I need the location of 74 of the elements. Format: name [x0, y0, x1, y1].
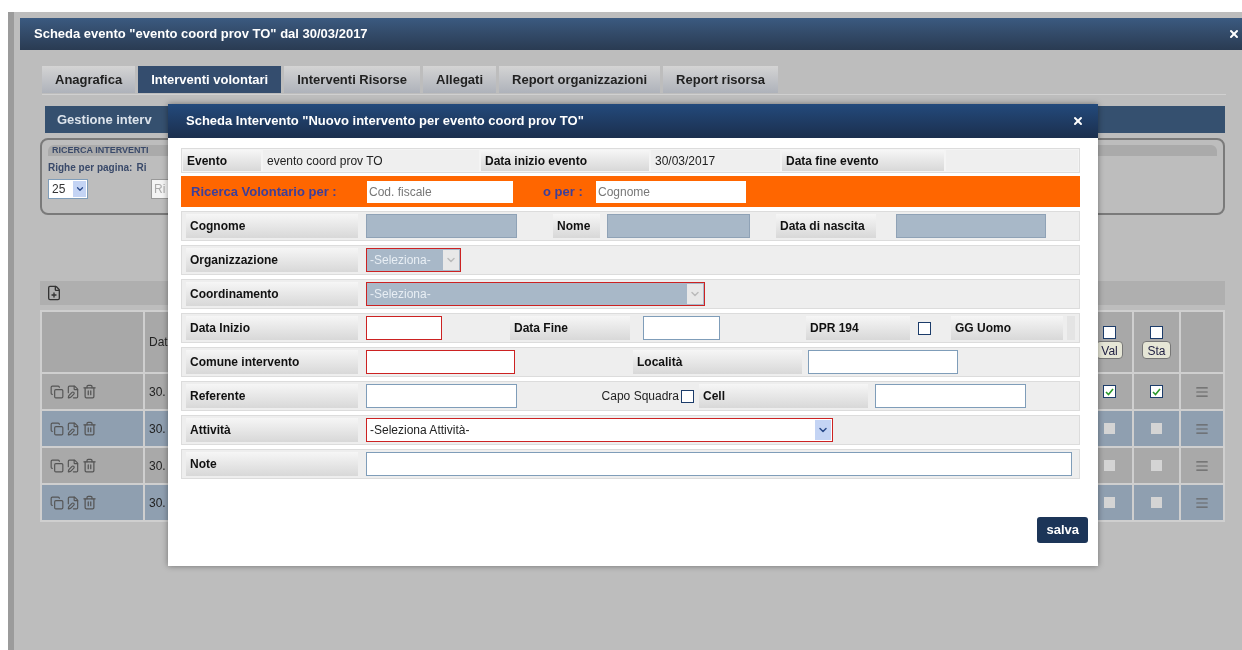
field-value: evento coord prov TO — [263, 150, 479, 171]
modal-title: Scheda Intervento "Nuovo intervento per evento coord prov TO" — [186, 112, 584, 131]
input-field[interactable] — [366, 316, 442, 340]
table-header-cell — [1181, 312, 1223, 372]
tab[interactable]: Report organizzazioni — [499, 66, 661, 93]
copy-icon[interactable] — [50, 458, 64, 473]
page-size-select[interactable]: 25 — [48, 179, 88, 199]
input-field[interactable] — [366, 452, 1072, 476]
field-label: Ri — [136, 161, 147, 175]
trash-icon[interactable] — [82, 384, 97, 399]
edit-document-icon[interactable] — [66, 495, 80, 510]
edit-document-icon[interactable] — [66, 458, 80, 473]
close-icon[interactable] — [1228, 28, 1240, 40]
field-label: Note — [186, 452, 358, 476]
field-label: Data Fine — [510, 316, 630, 340]
tab[interactable]: Interventi Risorse — [284, 66, 421, 93]
field-label: Cell — [699, 384, 868, 408]
input-field[interactable] — [366, 350, 515, 374]
checkbox[interactable] — [1103, 385, 1116, 398]
details-icon[interactable] — [1195, 384, 1209, 399]
field-label: Data Inizio — [186, 316, 358, 340]
panel-title: RICERCA INTERVENTI — [52, 143, 149, 157]
field-label: Coordinamento — [186, 282, 358, 306]
add-document-icon[interactable] — [46, 285, 62, 301]
checkbox[interactable] — [1103, 325, 1116, 339]
column-filter-button[interactable]: Sta — [1142, 340, 1171, 359]
field-label: Cognome — [186, 214, 358, 238]
input-field[interactable] — [643, 316, 720, 340]
trash-icon[interactable] — [82, 495, 97, 510]
checkbox[interactable] — [681, 389, 694, 403]
tab[interactable]: Allegati — [423, 66, 497, 93]
input-field[interactable]: Cod. fiscale — [367, 180, 513, 203]
section-title: Gestione interv — [57, 110, 152, 129]
field-label: Organizzazione — [186, 248, 358, 272]
copy-icon[interactable] — [50, 384, 64, 399]
details-icon[interactable] — [1195, 421, 1209, 436]
input-field[interactable] — [808, 350, 958, 374]
field-label: Attività — [186, 418, 358, 442]
tab[interactable]: Report risorsa — [663, 66, 778, 93]
checkbox[interactable] — [1150, 325, 1163, 339]
field-label: Referente — [186, 384, 358, 408]
checkbox[interactable] — [1150, 385, 1163, 398]
search-label: o per : — [543, 182, 584, 201]
checkbox[interactable] — [918, 321, 931, 335]
input-field[interactable] — [366, 384, 517, 408]
field-label: GG Uomo — [951, 316, 1063, 340]
edit-document-icon[interactable] — [66, 384, 80, 399]
details-icon[interactable] — [1195, 495, 1209, 510]
input-field[interactable] — [875, 384, 1026, 408]
trash-icon[interactable] — [82, 458, 97, 473]
field-label: Comune intervento — [186, 350, 358, 374]
select-field[interactable]: -Seleziona Attività- — [366, 418, 833, 442]
copy-icon[interactable] — [50, 421, 64, 436]
column-filter-button[interactable]: Val — [1096, 340, 1123, 359]
check-icon — [1152, 387, 1161, 396]
trash-icon[interactable] — [82, 421, 97, 436]
copy-icon[interactable] — [50, 495, 64, 510]
details-icon[interactable] — [1195, 458, 1209, 473]
field-label: Righe per pagina: — [48, 161, 133, 175]
field-label: Data di nascita — [776, 214, 876, 238]
field-label: Capo Squadra — [600, 388, 679, 405]
search-label: Ricerca Volontario per : — [191, 182, 338, 201]
tab[interactable]: Anagrafica — [42, 66, 136, 93]
input-field[interactable]: Cognome — [596, 180, 746, 203]
close-icon[interactable] — [1072, 115, 1084, 127]
tab[interactable]: Interventi volontari — [138, 66, 282, 93]
field-value: 30/03/2017 — [651, 150, 780, 171]
save-button[interactable]: salva — [1037, 517, 1088, 543]
field-label: DPR 194 — [806, 316, 910, 340]
field-label: Nome — [553, 214, 600, 238]
edit-document-icon[interactable] — [66, 421, 80, 436]
window-title: Scheda evento "evento coord prov TO" dal 30/03/2017 — [34, 25, 368, 44]
check-icon — [1105, 387, 1114, 396]
field-label: Località — [633, 350, 802, 374]
